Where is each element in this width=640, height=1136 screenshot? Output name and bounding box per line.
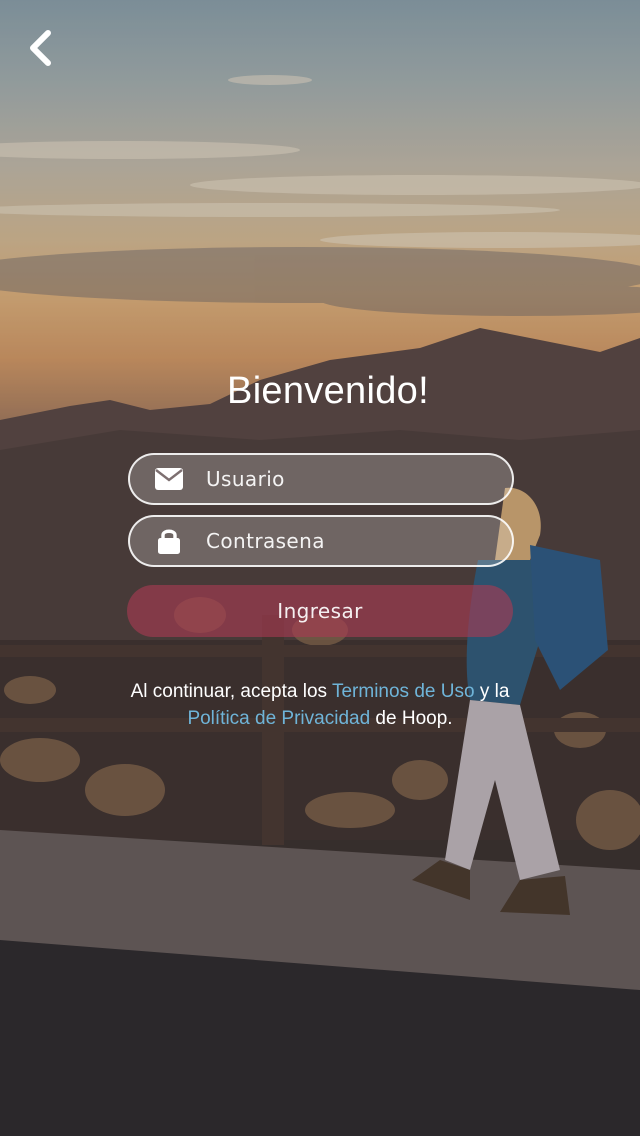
username-field[interactable] [128,453,514,505]
chevron-left-icon [30,30,51,66]
lock-icon [154,526,184,556]
back-button[interactable] [18,24,62,72]
terms-of-use-link[interactable]: Terminos de Uso [332,681,475,702]
terms-notice: Al continuar, acepta los Terminos de Uso… [110,678,530,732]
username-input[interactable] [204,466,498,492]
login-button[interactable]: Ingresar [127,585,513,637]
password-field[interactable] [128,515,514,567]
envelope-icon [154,464,184,494]
terms-suffix: de Hoop. [370,708,453,729]
terms-middle: y la [474,681,510,702]
terms-prefix: Al continuar, acepta los [130,681,332,702]
background-dim-overlay [0,0,640,1136]
page-title: Bienvenido! [227,370,429,412]
privacy-policy-link[interactable]: Política de Privacidad [187,708,370,729]
login-screen: Bienvenido! Ingresar Al continuar, acept… [0,0,640,1136]
password-input[interactable] [204,528,498,554]
